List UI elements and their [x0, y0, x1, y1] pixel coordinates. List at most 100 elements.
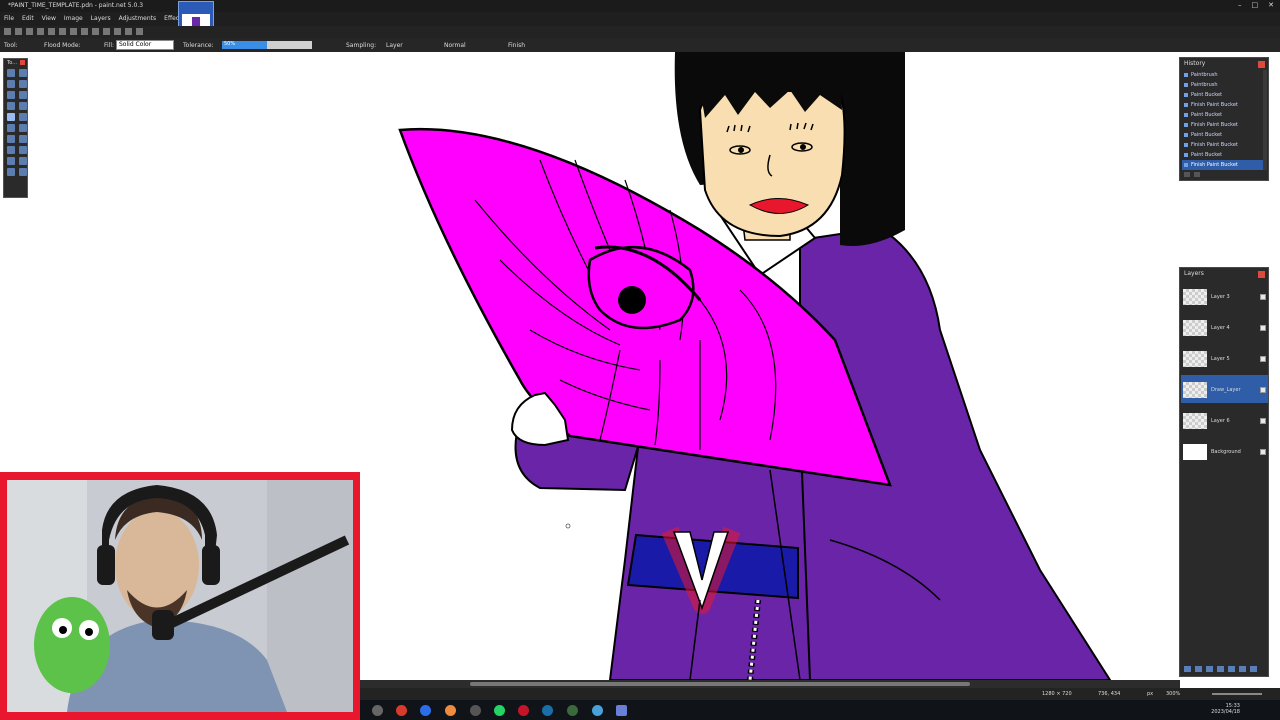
add-layer-icon[interactable] — [1184, 666, 1191, 672]
app-icon[interactable] — [567, 705, 578, 716]
text-icon[interactable] — [7, 157, 15, 165]
chrome-icon[interactable] — [420, 705, 431, 716]
shapes-icon[interactable] — [7, 168, 15, 176]
canvas-scrollbar[interactable] — [360, 680, 1180, 688]
ruler-icon[interactable] — [136, 28, 143, 35]
layer-visibility-checkbox[interactable] — [1260, 449, 1266, 455]
camera-icon[interactable] — [372, 705, 383, 716]
crop-icon[interactable] — [81, 28, 88, 35]
duplicate-layer-icon[interactable] — [1206, 666, 1213, 672]
layer-visibility-checkbox[interactable] — [1260, 325, 1266, 331]
history-item[interactable]: Finish Paint Bucket — [1182, 140, 1266, 150]
redo-icon[interactable] — [1194, 172, 1200, 177]
deselect-icon[interactable] — [92, 28, 99, 35]
zoom-level[interactable]: 300% — [1166, 691, 1180, 697]
menu-file[interactable]: File — [4, 15, 14, 22]
history-item[interactable]: Paintbrush — [1182, 70, 1266, 80]
move-layer-down-icon[interactable] — [1239, 666, 1246, 672]
magic-wand-icon[interactable] — [7, 102, 15, 110]
close-icon[interactable] — [20, 60, 25, 65]
undo-icon[interactable] — [103, 28, 110, 35]
gradient-icon[interactable] — [19, 113, 27, 121]
new-icon[interactable] — [4, 28, 11, 35]
minimize-icon[interactable]: – — [1238, 1, 1242, 9]
sampling-select[interactable]: Layer — [386, 42, 403, 49]
layer-row[interactable]: Background — [1181, 437, 1268, 465]
blend-mode-select[interactable]: Normal — [444, 42, 466, 49]
layer-visibility-checkbox[interactable] — [1260, 356, 1266, 362]
app-icon[interactable] — [518, 705, 529, 716]
app-icon[interactable] — [470, 705, 481, 716]
app-icon[interactable] — [445, 705, 456, 716]
lasso-icon[interactable] — [19, 80, 27, 88]
steam-icon[interactable] — [542, 705, 553, 716]
undo-icon[interactable] — [1184, 172, 1190, 177]
save-icon[interactable] — [26, 28, 33, 35]
clone-stamp-icon[interactable] — [7, 146, 15, 154]
fill-select[interactable]: Solid Color — [116, 40, 174, 50]
tolerance-slider[interactable]: 50% — [222, 41, 312, 49]
close-icon[interactable]: ✕ — [1268, 1, 1274, 9]
system-clock[interactable]: 15:33 2023/04/18 — [1211, 703, 1240, 715]
close-icon[interactable] — [1258, 271, 1265, 278]
maximize-icon[interactable]: □ — [1252, 1, 1259, 9]
scrollbar-thumb[interactable] — [470, 682, 970, 686]
menu-image[interactable]: Image — [64, 15, 83, 22]
layer-row[interactable]: Layer 6 — [1181, 406, 1268, 434]
layer-row[interactable]: Layer 3 — [1181, 282, 1268, 310]
layer-visibility-checkbox[interactable] — [1260, 387, 1266, 393]
palette-icon[interactable] — [19, 168, 27, 176]
finish-button[interactable]: Finish — [508, 42, 525, 49]
layer-properties-icon[interactable] — [1250, 666, 1257, 672]
eraser-icon[interactable] — [19, 124, 27, 132]
history-item[interactable]: Paint Bucket — [1182, 90, 1266, 100]
app-icon[interactable] — [396, 705, 407, 716]
zoom-icon[interactable] — [19, 91, 27, 99]
history-item[interactable]: Finish Paint Bucket — [1182, 120, 1266, 130]
merge-layer-icon[interactable] — [1217, 666, 1224, 672]
menu-edit[interactable]: Edit — [22, 15, 34, 22]
history-item[interactable]: Paintbrush — [1182, 80, 1266, 90]
layer-row[interactable]: Layer 5 — [1181, 344, 1268, 372]
close-icon[interactable] — [1258, 61, 1265, 68]
zoom-slider[interactable] — [1212, 693, 1262, 695]
grid-icon[interactable] — [125, 28, 132, 35]
recolor-icon[interactable] — [19, 146, 27, 154]
paintnet-icon[interactable] — [616, 705, 627, 716]
layer-row[interactable]: Layer 4 — [1181, 313, 1268, 341]
tolerance-label: Tolerance: — [183, 42, 214, 49]
whatsapp-icon[interactable] — [494, 705, 505, 716]
history-item[interactable]: Finish Paint Bucket — [1182, 160, 1266, 170]
ellipse-select-icon[interactable] — [7, 91, 15, 99]
move-layer-up-icon[interactable] — [1228, 666, 1235, 672]
menu-layers[interactable]: Layers — [91, 15, 111, 22]
history-item[interactable]: Paint Bucket — [1182, 130, 1266, 140]
pan-icon[interactable] — [19, 102, 27, 110]
color-picker-icon[interactable] — [19, 135, 27, 143]
history-item[interactable]: Finish Paint Bucket — [1182, 100, 1266, 110]
rectangle-select-icon[interactable] — [7, 80, 15, 88]
history-scrollbar[interactable] — [1263, 70, 1267, 170]
history-item[interactable]: Paint Bucket — [1182, 110, 1266, 120]
units-select[interactable]: px — [1147, 691, 1153, 697]
move-pixels-icon[interactable] — [19, 69, 27, 77]
menu-adjustments[interactable]: Adjustments — [119, 15, 157, 22]
cut-icon[interactable] — [48, 28, 55, 35]
menu-view[interactable]: View — [42, 15, 56, 22]
paintbrush-icon[interactable] — [7, 124, 15, 132]
redo-icon[interactable] — [114, 28, 121, 35]
line-icon[interactable] — [19, 157, 27, 165]
delete-layer-icon[interactable] — [1195, 666, 1202, 672]
copy-icon[interactable] — [59, 28, 66, 35]
layer-visibility-checkbox[interactable] — [1260, 418, 1266, 424]
layer-visibility-checkbox[interactable] — [1260, 294, 1266, 300]
layer-row[interactable]: Draw_Layer — [1181, 375, 1268, 403]
print-icon[interactable] — [37, 28, 44, 35]
history-item[interactable]: Paint Bucket — [1182, 150, 1266, 160]
paste-icon[interactable] — [70, 28, 77, 35]
paint-bucket-icon[interactable] — [7, 113, 15, 121]
open-icon[interactable] — [15, 28, 22, 35]
move-selection-icon[interactable] — [7, 69, 15, 77]
pencil-icon[interactable] — [7, 135, 15, 143]
app-icon[interactable] — [592, 705, 603, 716]
